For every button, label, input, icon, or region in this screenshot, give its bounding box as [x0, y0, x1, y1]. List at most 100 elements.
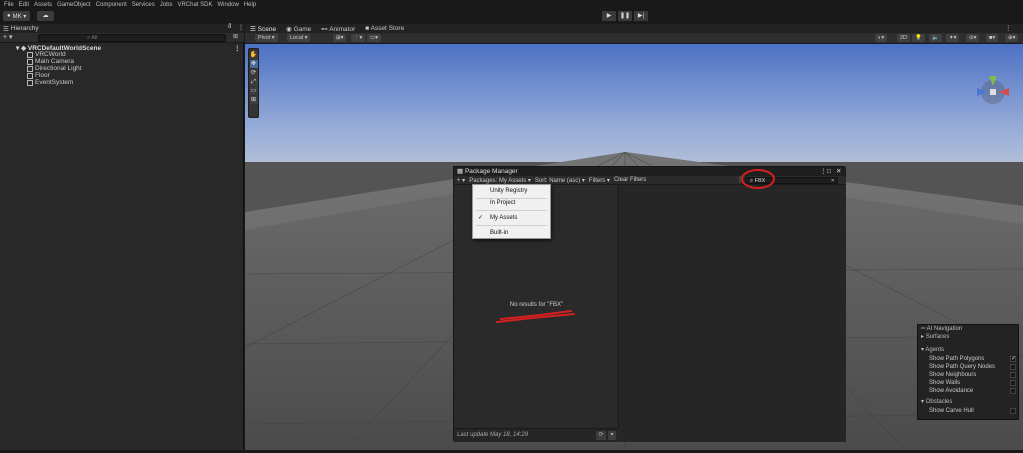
menu-component[interactable]: Component [96, 2, 127, 8]
ai-navigation-overlay: ═ AI Navigation ▸ Surfaces ▾ Agents Show… [917, 324, 1019, 420]
add-package-button[interactable]: + ▾ [457, 177, 465, 184]
show-path-query-nodes-checkbox[interactable] [1010, 364, 1016, 370]
filters-dropdown[interactable]: Filters ▾ [589, 177, 610, 184]
move-tool-icon[interactable]: ✥ [249, 60, 258, 68]
hierarchy-tab[interactable]: ☰ Hierarchy ƌ ⋮ [0, 24, 244, 33]
gameobject-icon [27, 79, 33, 86]
hierarchy-item-main-camera[interactable]: Main Camera [27, 58, 74, 65]
play-button[interactable]: ▶ [602, 11, 616, 21]
tab-game-label: Game [293, 25, 312, 33]
close-icon[interactable]: ✕ [836, 167, 841, 176]
add-button[interactable]: + ▾ [3, 33, 13, 41]
rotate-tool-icon[interactable]: ⟳ [249, 69, 258, 77]
transform-tool-icon[interactable]: ⊞ [249, 96, 258, 104]
show-path-polygons-checkbox[interactable]: ✓ [1010, 356, 1016, 362]
gizmo-extra-button[interactable]: ▭▾ [367, 34, 381, 42]
menu-divider [476, 210, 547, 211]
menu-services[interactable]: Services [132, 2, 155, 8]
clear-search-icon[interactable]: × [831, 178, 834, 184]
tab-asset-store[interactable]: ■ Asset Store [365, 25, 404, 32]
rect-tool-icon[interactable]: ▭ [249, 87, 258, 95]
surfaces-section[interactable]: ▸ Surfaces [921, 334, 949, 341]
cloud-icon[interactable]: ☁ [37, 11, 54, 21]
last-update-label: Last update May 18, 14:29 [457, 432, 529, 438]
more-icon[interactable]: ⋮ [238, 24, 244, 31]
hierarchy-item-floor[interactable]: Floor [27, 72, 50, 79]
tab-animator[interactable]: ⊷ Animator [321, 25, 355, 33]
filter-icon[interactable]: ⊞ [233, 33, 238, 40]
show-avoidance-option: Show Avoidance [929, 388, 974, 394]
package-manager-titlebar[interactable]: ▦ Package Manager ⋮ □ ✕ [454, 167, 846, 176]
list-icon: ☰ [3, 25, 9, 33]
snap-increment-button[interactable]: ⋮▾ [351, 34, 366, 42]
menu-bar: File Edit Assets GameObject Component Se… [0, 0, 1023, 9]
camera-settings-icon[interactable]: ■▾ [986, 34, 999, 42]
menu-vrchat-sdk[interactable]: VRChat SDK [177, 2, 212, 8]
hidden-objects-icon[interactable]: ⊘▾ [966, 34, 980, 42]
toolbar-more-icon[interactable]: ⋮ [737, 176, 743, 183]
show-avoidance-checkbox[interactable] [1010, 388, 1016, 394]
step-button[interactable]: ▶| [634, 11, 648, 21]
scene-more-icon[interactable]: ⋮ [1005, 24, 1012, 32]
scene-more-icon[interactable]: ⋮ [234, 44, 241, 52]
shading-mode-button[interactable]: ◐▾ [875, 34, 888, 42]
show-walls-checkbox[interactable] [1010, 380, 1016, 386]
menu-gameobject[interactable]: GameObject [57, 2, 91, 8]
menu-help[interactable]: Help [244, 2, 256, 8]
menu-file[interactable]: File [4, 2, 14, 8]
grid-snap-button[interactable]: ⊞▾ [333, 34, 347, 42]
package-search-value: FBX [754, 178, 766, 184]
show-walls-option: Show Walls [929, 380, 961, 386]
hand-tool-icon[interactable]: ✋ [249, 51, 258, 59]
hierarchy-tab-label: Hierarchy [10, 25, 39, 32]
ai-navigation-header[interactable]: ═ AI Navigation [921, 326, 962, 333]
obstacles-label: Obstacles [925, 399, 953, 405]
account-button[interactable]: ● MK ▾ [3, 11, 31, 21]
menu-edit[interactable]: Edit [19, 2, 29, 8]
hierarchy-item-directional-light[interactable]: Directional Light [27, 65, 82, 72]
2d-toggle[interactable]: 2D [897, 34, 911, 42]
menu-jobs[interactable]: Jobs [160, 2, 173, 8]
menu-assets[interactable]: Assets [34, 2, 52, 8]
lighting-toggle-icon[interactable]: 💡 [912, 34, 925, 42]
gamepad-icon: ◉ [286, 25, 294, 33]
show-neighbours-checkbox[interactable] [1010, 372, 1016, 378]
show-carve-hull-checkbox[interactable] [1010, 408, 1016, 414]
dropdown-item-built-in[interactable]: Built-in [473, 229, 550, 238]
more-icon[interactable]: ⋮ [820, 167, 827, 176]
list-icon: ☰ [250, 25, 258, 33]
show-carve-hull-option: Show Carve Hull [929, 408, 974, 414]
audio-toggle-icon[interactable]: 🔈 [929, 34, 942, 42]
tab-game[interactable]: ◉ Game [286, 25, 311, 33]
tab-animator-label: Animator [329, 25, 356, 33]
sort-dropdown[interactable]: Sort: Name (asc) ▾ [535, 177, 585, 184]
dropdown-item-my-assets[interactable]: ✓ My Assets [473, 214, 550, 223]
hierarchy-item-vrcworld[interactable]: VRCWorld [27, 51, 66, 58]
refresh-icon[interactable]: ⟳ [596, 431, 606, 440]
lock-icon[interactable]: ƌ [228, 24, 231, 30]
maximize-icon[interactable]: □ [827, 167, 831, 176]
refresh-dropdown-icon[interactable]: ▾ [608, 431, 616, 440]
menu-window[interactable]: Window [217, 2, 238, 8]
packages-dropdown-menu: Unity Registry In Project ✓ My Assets Bu… [472, 184, 551, 239]
pivot-dropdown[interactable]: Pivot ▾ [255, 34, 278, 42]
dropdown-item-in-project[interactable]: In Project [473, 199, 550, 208]
obstacles-section[interactable]: ▾ Obstacles [921, 399, 952, 406]
effects-toggle-icon[interactable]: ✦▾ [946, 34, 960, 42]
packages-filter-dropdown[interactable]: Packages: My Assets ▾ [469, 177, 531, 184]
clear-filters-button[interactable]: Clear Filters [614, 177, 646, 183]
package-search-input[interactable]: ⌕ FBX × [745, 177, 838, 184]
scale-tool-icon[interactable]: ⤢ [249, 78, 258, 86]
local-dropdown[interactable]: Local ▾ [287, 34, 311, 42]
tab-scene[interactable]: ☰ Scene [250, 25, 276, 33]
hierarchy-item-label: EventSystem [35, 79, 74, 86]
hierarchy-search-input[interactable]: ⌕ All [38, 34, 226, 42]
hierarchy-item-eventsystem[interactable]: EventSystem [27, 79, 73, 86]
surfaces-label: Surfaces [925, 334, 950, 340]
dropdown-item-unity-registry[interactable]: Unity Registry [473, 187, 550, 196]
pause-button[interactable]: ❚❚ [618, 11, 632, 21]
hierarchy-item-label: VRCWorld [35, 51, 66, 58]
gizmos-button[interactable]: ⊕▾ [1005, 34, 1019, 42]
empty-results-message: No results for "FBX" [509, 302, 564, 308]
agents-section[interactable]: ▾ Agents [921, 347, 944, 354]
